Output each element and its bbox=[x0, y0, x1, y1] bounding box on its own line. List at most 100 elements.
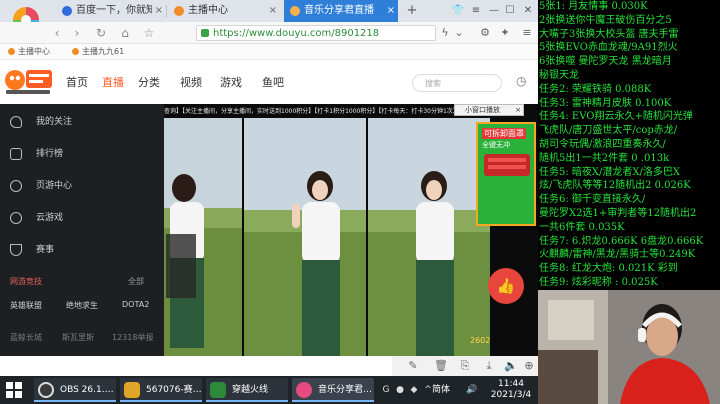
tab-baidu[interactable]: 百度一下，你就知道 × bbox=[56, 0, 166, 22]
gamepad-icon bbox=[10, 212, 22, 224]
sidebar-section-title: 网游竞技 bbox=[10, 277, 42, 286]
mini-window-button[interactable]: 小窗口播放 × bbox=[454, 104, 524, 116]
task-line: 6张换噬 曼陀罗天龙 黑龙暗月 bbox=[539, 56, 672, 68]
task-line: 火麒麟/雷神/黑龙/黑骑士等0.249K bbox=[539, 249, 696, 261]
maximize-icon[interactable]: ☐ bbox=[502, 0, 518, 22]
speaker-icon[interactable]: 🔊 bbox=[466, 384, 478, 396]
bookmark-anchor-center[interactable]: 主播中心 bbox=[8, 44, 50, 60]
mini-window-label: 小窗口播放 bbox=[465, 106, 500, 114]
task-line: 一共6件套 0.035K bbox=[539, 221, 625, 233]
sidebar-section-all[interactable]: 全部 bbox=[128, 276, 144, 287]
task-line: 任务9: 炫彩昵称 : 0.025K bbox=[539, 277, 658, 288]
reload-icon[interactable]: ↻ bbox=[94, 22, 108, 44]
zoom-icon[interactable]: ⊕ bbox=[522, 359, 536, 373]
forward-icon[interactable]: › bbox=[70, 22, 84, 44]
star-icon[interactable]: ☆ bbox=[142, 22, 156, 44]
search-placeholder: 搜索 bbox=[425, 79, 441, 88]
nav-video[interactable]: 视频 bbox=[180, 76, 202, 90]
address-bar: ‹ › ↻ ⌂ ☆ https://www.douyu.com/8901218 … bbox=[0, 22, 538, 44]
game-center-icon bbox=[10, 180, 22, 192]
sidebar-game-lol[interactable]: 英雄联盟 bbox=[10, 300, 42, 311]
game-client-icon bbox=[124, 382, 140, 398]
window-close-icon[interactable]: ✕ bbox=[520, 0, 536, 22]
minimize-icon[interactable]: — bbox=[486, 0, 502, 22]
close-icon[interactable]: × bbox=[155, 0, 163, 22]
sidebar-game-pubg[interactable]: 绝地求生 bbox=[66, 300, 98, 311]
nav-yuba[interactable]: 鱼吧 bbox=[262, 76, 284, 90]
task-line: 任务7: 6.炽龙0.666K 6盘龙0.666K bbox=[539, 235, 704, 247]
task-line: 任务3: 雷神精月皮肤 0.100K bbox=[539, 97, 672, 109]
sidebar-item-rank[interactable]: 排行榜 bbox=[10, 146, 160, 162]
sidebar-item-follow[interactable]: 我的关注 bbox=[10, 114, 160, 130]
nav-home[interactable]: 首页 bbox=[66, 76, 88, 90]
search-input[interactable]: 搜索 bbox=[412, 74, 502, 92]
footer-link[interactable]: 斯瓦里斯 bbox=[62, 332, 94, 343]
sidebar-item-webgame[interactable]: 页游中心 bbox=[10, 178, 160, 194]
gift-panel[interactable] bbox=[166, 234, 196, 298]
taskbar-app-game-client[interactable]: 567076-赛… bbox=[120, 378, 202, 402]
task-line: 炫/飞虎队等等12随机出2 0.026K bbox=[539, 180, 691, 192]
taskbar-clock[interactable]: 11:44 2021/3/4 bbox=[486, 379, 536, 401]
sidebar-item-label: 我的关注 bbox=[36, 117, 73, 127]
task-line: 曼陀罗X2选1+审判者等12随机出2 bbox=[539, 208, 697, 219]
sidebar-game-dota2[interactable]: DOTA2 bbox=[122, 300, 149, 309]
sidebar-item-cloud-game[interactable]: 云游戏 bbox=[10, 210, 160, 226]
windows-start-icon[interactable] bbox=[6, 382, 22, 398]
douyu-logo-icon[interactable] bbox=[4, 66, 54, 96]
tray-g-icon[interactable]: G bbox=[380, 384, 392, 396]
task-line: 任务6: 御千变直接永久/ bbox=[539, 194, 646, 206]
taskbar-app-crossfire[interactable]: 穿越火线 bbox=[206, 378, 288, 402]
active-indicator bbox=[120, 400, 202, 402]
tray-shield-icon[interactable]: ◆ bbox=[408, 384, 420, 396]
trash-icon[interactable]: 🗑 bbox=[434, 359, 448, 373]
douyu-fish-icon bbox=[174, 6, 184, 16]
screenshot-icon[interactable]: ⎘ bbox=[458, 359, 472, 373]
bookmark-label: 主播中心 bbox=[18, 47, 50, 56]
back-icon[interactable]: ‹ bbox=[50, 22, 64, 44]
url-field[interactable]: https://www.douyu.com/8901218 bbox=[196, 25, 436, 41]
nav-game[interactable]: 游戏 bbox=[220, 76, 242, 90]
lightning-icon[interactable]: ϟ bbox=[438, 22, 452, 44]
menu-icon[interactable]: ≡ bbox=[468, 0, 484, 22]
settings-icon[interactable]: ⚙ bbox=[478, 22, 492, 44]
close-icon[interactable]: × bbox=[515, 105, 521, 115]
video-frame bbox=[368, 118, 490, 356]
new-tab-button[interactable]: + bbox=[404, 0, 420, 22]
streamer-frame-center bbox=[244, 118, 366, 356]
nav-live[interactable]: 直播 bbox=[102, 76, 124, 90]
broom-icon[interactable]: ✎ bbox=[406, 359, 420, 373]
close-icon[interactable]: × bbox=[269, 0, 277, 22]
ranking-list-icon bbox=[10, 148, 22, 160]
taskbar-app-label: 567076-赛… bbox=[146, 385, 202, 395]
more-icon[interactable]: ≡ bbox=[520, 22, 534, 44]
tab-label: 音乐分享君直播 bbox=[304, 5, 374, 16]
task-line: 胡司令玩偶/激浪四重奏永久/ bbox=[539, 139, 666, 150]
taskbar-app-browser[interactable]: 音乐分享君… bbox=[292, 378, 374, 402]
sidebar-item-esports[interactable]: 赛事 bbox=[10, 242, 160, 258]
ime-indicator[interactable]: 简体 bbox=[432, 376, 450, 404]
home-icon[interactable]: ⌂ bbox=[118, 22, 132, 44]
history-icon[interactable]: ◷ bbox=[516, 74, 526, 88]
tab-anchor-center[interactable]: 主播中心 × bbox=[168, 0, 280, 22]
tray-record-icon[interactable]: ● bbox=[394, 384, 406, 396]
nav-category[interactable]: 分类 bbox=[138, 76, 160, 90]
footer-link[interactable]: 12318举报 bbox=[112, 332, 153, 343]
douyu-fish-icon bbox=[72, 48, 79, 55]
keyboard-ad[interactable]: 可拆卸面罩 全键无冲 bbox=[476, 122, 536, 226]
tab-music-live[interactable]: 音乐分享君直播 × bbox=[284, 0, 398, 22]
task-line: 任务5: 暗夜X/潜龙者X/洛多巴X bbox=[539, 166, 681, 178]
bookmark-anchor-99[interactable]: 主播九九61 bbox=[72, 44, 124, 60]
taskbar-app-obs[interactable]: OBS 26.1.… bbox=[34, 378, 116, 402]
sidebar-item-label: 排行榜 bbox=[36, 149, 64, 159]
volume-icon[interactable]: 🔈 bbox=[504, 359, 518, 373]
taskbar-app-label: OBS 26.1.… bbox=[60, 385, 114, 395]
video-frame bbox=[244, 118, 366, 356]
like-thumb-icon[interactable]: 👍 bbox=[488, 268, 524, 304]
shirt-skin-icon[interactable]: 👕 bbox=[450, 0, 466, 22]
download-icon[interactable]: ⤓ bbox=[482, 359, 496, 373]
footer-link[interactable]: 蓝鲸长城 bbox=[10, 332, 42, 343]
dropdown-icon[interactable]: ⌄ bbox=[452, 22, 466, 44]
close-icon[interactable]: × bbox=[387, 0, 395, 22]
page-bottom bbox=[0, 356, 392, 376]
gamepad-icon[interactable]: ✦ bbox=[498, 22, 512, 44]
